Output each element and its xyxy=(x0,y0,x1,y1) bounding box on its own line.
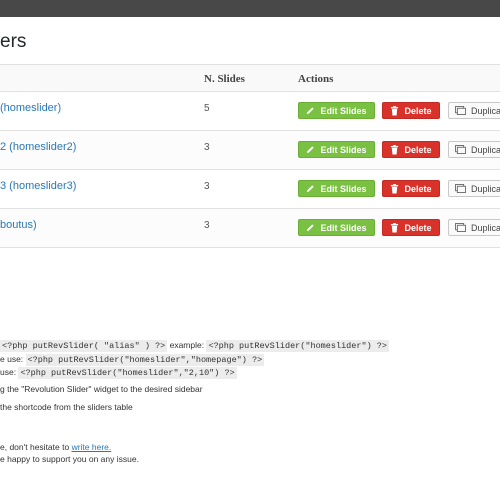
help-text: e use: xyxy=(0,354,26,364)
code-snippet: <?php putRevSlider( "alias" ) ?> xyxy=(0,340,168,352)
slide-count: 5 xyxy=(204,103,210,114)
slide-count: 3 xyxy=(204,181,210,192)
edit-slides-button[interactable]: Edit Slides xyxy=(298,102,375,119)
header-actions: Actions xyxy=(298,73,334,85)
edit-slides-button[interactable]: Edit Slides xyxy=(298,141,375,158)
duplicate-icon xyxy=(455,184,466,193)
trash-icon xyxy=(390,183,399,194)
help-text: e, don't hesitate to xyxy=(0,442,72,452)
pencil-icon xyxy=(306,106,315,115)
duplicate-icon xyxy=(455,106,466,115)
table-row: 2 (homeslider2) 3 Edit Slides Delete Dup… xyxy=(0,131,500,170)
trash-icon xyxy=(390,144,399,155)
sliders-table: N. Slides Actions (homeslider) 5 Edit Sl… xyxy=(0,64,500,248)
help-line-page: e use: <?php putRevSlider("homeslider","… xyxy=(0,354,265,366)
trash-icon xyxy=(390,105,399,116)
trash-icon xyxy=(390,222,399,233)
delete-label: Delete xyxy=(404,144,432,155)
page-title: ers xyxy=(0,31,27,52)
slider-title-link[interactable]: boutus) xyxy=(0,219,37,231)
slider-title-link[interactable]: (homeslider) xyxy=(0,102,61,114)
duplicate-label: Duplica xyxy=(471,183,500,194)
duplicate-button[interactable]: Duplica xyxy=(448,141,500,158)
edit-slides-label: Edit Slides xyxy=(320,222,367,233)
help-text: use: xyxy=(0,367,19,377)
write-here-link[interactable]: write here. xyxy=(72,442,112,452)
duplicate-icon xyxy=(455,145,466,154)
help-line-contact: e, don't hesitate to write here. xyxy=(0,442,111,452)
code-snippet: <?php putRevSlider("homeslider") ?> xyxy=(206,340,389,352)
help-line-ids: use: <?php putRevSlider("homeslider","2,… xyxy=(0,367,237,379)
help-line-alias: <?php putRevSlider( "alias" ) ?> example… xyxy=(0,340,389,352)
header-n-slides: N. Slides xyxy=(204,73,245,85)
duplicate-label: Duplica xyxy=(471,222,500,233)
duplicate-label: Duplica xyxy=(471,144,500,155)
duplicate-label: Duplica xyxy=(471,105,500,116)
delete-button[interactable]: Delete xyxy=(382,180,440,197)
delete-label: Delete xyxy=(404,105,432,116)
table-header: N. Slides Actions xyxy=(0,65,500,92)
help-line-shortcode: the shortcode from the sliders table xyxy=(0,402,133,412)
table-row: (homeslider) 5 Edit Slides Delete Duplic… xyxy=(0,92,500,131)
edit-slides-label: Edit Slides xyxy=(320,144,367,155)
edit-slides-button[interactable]: Edit Slides xyxy=(298,180,375,197)
table-row: 3 (homeslider3) 3 Edit Slides Delete Dup… xyxy=(0,170,500,209)
help-line-widget: g the "Revolution Slider" widget to the … xyxy=(0,384,203,394)
delete-button[interactable]: Delete xyxy=(382,141,440,158)
delete-button[interactable]: Delete xyxy=(382,102,440,119)
slider-title-link[interactable]: 3 (homeslider3) xyxy=(0,180,76,192)
duplicate-button[interactable]: Duplica xyxy=(448,219,500,236)
duplicate-icon xyxy=(455,223,466,232)
duplicate-button[interactable]: Duplica xyxy=(448,102,500,119)
edit-slides-label: Edit Slides xyxy=(320,183,367,194)
slide-count: 3 xyxy=(204,220,210,231)
edit-slides-label: Edit Slides xyxy=(320,105,367,116)
slider-title-link[interactable]: 2 (homeslider2) xyxy=(0,141,76,153)
edit-slides-button[interactable]: Edit Slides xyxy=(298,219,375,236)
help-text: example: xyxy=(167,340,207,350)
pencil-icon xyxy=(306,145,315,154)
delete-label: Delete xyxy=(404,183,432,194)
slide-count: 3 xyxy=(204,142,210,153)
pencil-icon xyxy=(306,223,315,232)
admin-top-bar xyxy=(0,0,500,17)
code-snippet: <?php putRevSlider("homeslider","2,10") … xyxy=(18,367,237,379)
table-row: boutus) 3 Edit Slides Delete Duplica xyxy=(0,209,500,248)
help-line-support: e happy to support you on any issue. xyxy=(0,454,139,464)
delete-button[interactable]: Delete xyxy=(382,219,440,236)
pencil-icon xyxy=(306,184,315,193)
code-snippet: <?php putRevSlider("homeslider","homepag… xyxy=(25,354,265,366)
delete-label: Delete xyxy=(404,222,432,233)
duplicate-button[interactable]: Duplica xyxy=(448,180,500,197)
